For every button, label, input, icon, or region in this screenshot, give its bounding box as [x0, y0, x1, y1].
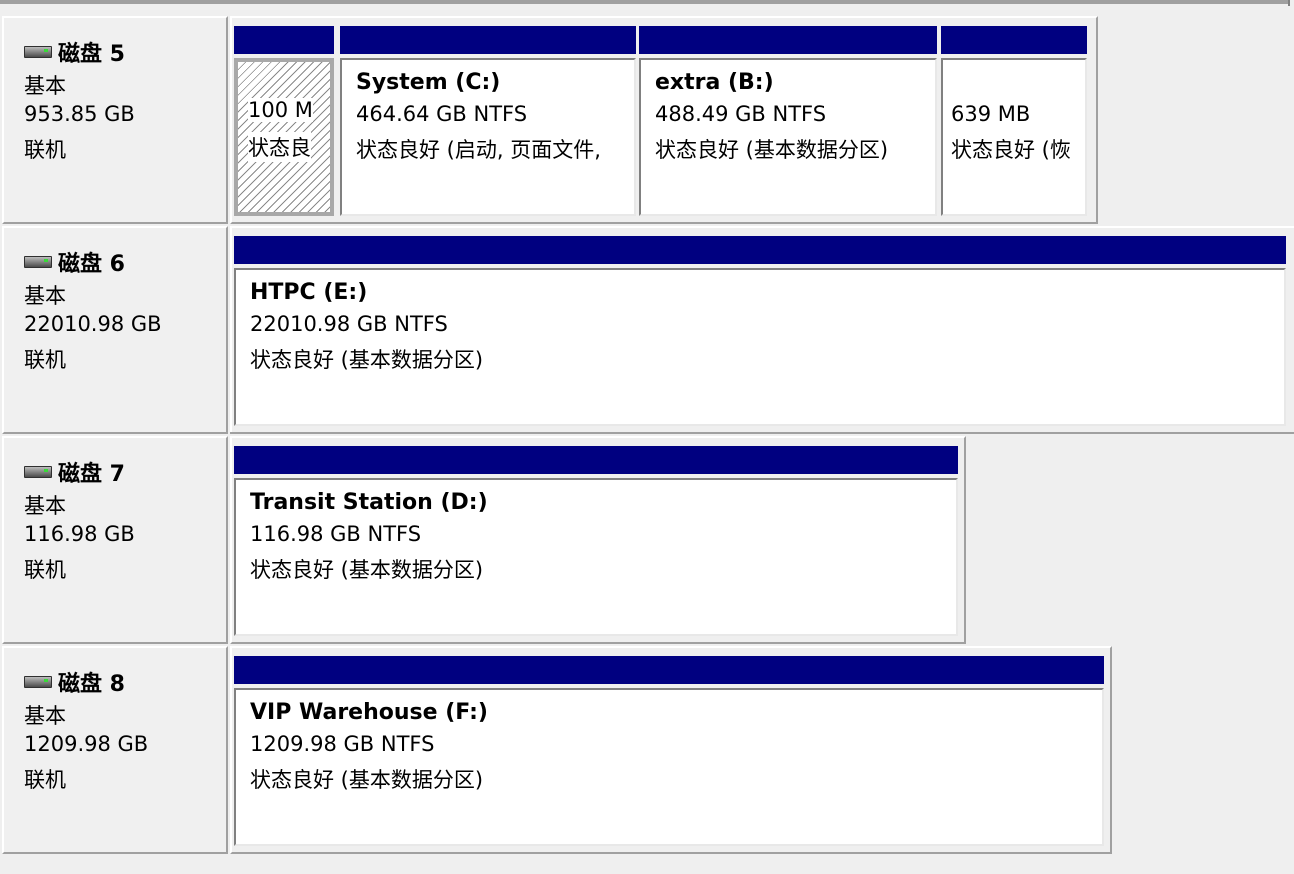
partition-vip-f[interactable]: VIP Warehouse (F:) 1209.98 GB NTFS 状态良好 …: [234, 656, 1104, 846]
disk-type: 基本: [24, 284, 66, 308]
partition-body[interactable]: System (C:) 464.64 GB NTFS 状态良好 (启动, 页面文…: [340, 58, 636, 216]
disk-type: 基本: [24, 494, 66, 518]
partition-header: [234, 446, 958, 474]
disk-info-panel[interactable]: 磁盘 6 基本 22010.98 GB 联机: [2, 226, 228, 434]
disk-info-panel[interactable]: 磁盘 7 基本 116.98 GB 联机: [2, 436, 228, 644]
disk-name: 磁盘 8: [24, 666, 125, 698]
disk-info-panel[interactable]: 磁盘 5 基本 953.85 GB 联机: [2, 16, 228, 224]
disk-status: 联机: [24, 138, 66, 162]
partition-header: [941, 26, 1087, 54]
hard-disk-icon: [24, 466, 52, 478]
disk-row-8: 磁盘 8 基本 1209.98 GB 联机 VIP Warehouse (F:)…: [0, 646, 1294, 856]
partition-header: [234, 26, 334, 54]
disk-status: 联机: [24, 768, 66, 792]
disk-row-7: 磁盘 7 基本 116.98 GB 联机 Transit Station (D:…: [0, 436, 1294, 646]
disk-name-label: 磁盘 7: [58, 462, 125, 487]
partition-transit-d[interactable]: Transit Station (D:) 116.98 GB NTFS 状态良好…: [234, 446, 958, 636]
disk-name-label: 磁盘 6: [58, 252, 125, 277]
partition-status: 状态良好 (基本数据分区): [250, 558, 484, 582]
partitions-frame: HTPC (E:) 22010.98 GB NTFS 状态良好 (基本数据分区): [230, 226, 1294, 434]
disk-name-label: 磁盘 8: [58, 672, 125, 697]
partitions-frame: 100 M 状态良 System (C:) 464.64 GB NTFS 状态良…: [230, 16, 1098, 224]
disk-name: 磁盘 6: [24, 246, 125, 278]
disk-row-5: 磁盘 5 基本 953.85 GB 联机 100 M 状态良 System (C…: [0, 16, 1294, 226]
disk-type: 基本: [24, 74, 66, 98]
partition-size: 464.64 GB NTFS: [356, 102, 528, 126]
partition-recovery[interactable]: 639 MB 状态良好 (恢: [941, 26, 1087, 216]
partition-efi[interactable]: 100 M 状态良: [234, 26, 334, 216]
partition-title: System (C:): [356, 70, 501, 95]
partition-body[interactable]: extra (B:) 488.49 GB NTFS 状态良好 (基本数据分区): [639, 58, 937, 216]
hard-disk-icon: [24, 676, 52, 688]
partition-status: 状态良好 (启动, 页面文件,: [356, 138, 601, 162]
partition-size: 22010.98 GB NTFS: [250, 312, 448, 336]
partition-header: [234, 656, 1104, 684]
partition-title: Transit Station (D:): [250, 490, 488, 515]
partition-header: [639, 26, 937, 54]
partition-body[interactable]: Transit Station (D:) 116.98 GB NTFS 状态良好…: [234, 478, 958, 636]
hard-disk-icon: [24, 256, 52, 268]
disk-size: 953.85 GB: [24, 102, 135, 126]
partition-htpc-e[interactable]: HTPC (E:) 22010.98 GB NTFS 状态良好 (基本数据分区): [234, 236, 1286, 426]
partitions-frame: Transit Station (D:) 116.98 GB NTFS 状态良好…: [230, 436, 966, 644]
partitions-frame: VIP Warehouse (F:) 1209.98 GB NTFS 状态良好 …: [230, 646, 1112, 854]
partition-status: 状态良: [248, 132, 311, 162]
partition-status: 状态良好 (基本数据分区): [655, 138, 889, 162]
partition-system-c[interactable]: System (C:) 464.64 GB NTFS 状态良好 (启动, 页面文…: [340, 26, 636, 216]
partition-size: 1209.98 GB NTFS: [250, 732, 435, 756]
partition-body[interactable]: 100 M 状态良: [234, 58, 334, 216]
disk-name: 磁盘 7: [24, 456, 125, 488]
disk-size: 116.98 GB: [24, 522, 135, 546]
partition-header: [234, 236, 1286, 264]
partition-title: VIP Warehouse (F:): [250, 700, 488, 725]
partition-size: 488.49 GB NTFS: [655, 102, 827, 126]
disk-name-label: 磁盘 5: [58, 42, 125, 67]
disk-size: 22010.98 GB: [24, 312, 162, 336]
row-divider: [230, 432, 1294, 434]
top-divider: [0, 0, 1288, 4]
disk-status: 联机: [24, 348, 66, 372]
disk-size: 1209.98 GB: [24, 732, 149, 756]
partition-title: HTPC (E:): [250, 280, 368, 305]
hard-disk-icon: [24, 46, 52, 58]
disk-type: 基本: [24, 704, 66, 728]
disk-row-6: 磁盘 6 基本 22010.98 GB 联机 HTPC (E:) 22010.9…: [0, 226, 1294, 436]
partition-size: 100 M: [248, 98, 313, 122]
partition-status: 状态良好 (基本数据分区): [250, 768, 484, 792]
partition-status: 状态良好 (恢: [951, 138, 1071, 162]
partition-status: 状态良好 (基本数据分区): [250, 348, 484, 372]
partition-body[interactable]: VIP Warehouse (F:) 1209.98 GB NTFS 状态良好 …: [234, 688, 1104, 846]
partition-body[interactable]: 639 MB 状态良好 (恢: [941, 58, 1087, 216]
partition-size: 639 MB: [951, 102, 1031, 126]
disk-status: 联机: [24, 558, 66, 582]
disk-info-panel[interactable]: 磁盘 8 基本 1209.98 GB 联机: [2, 646, 228, 854]
partition-title: extra (B:): [655, 70, 774, 95]
disk-name: 磁盘 5: [24, 36, 125, 68]
partition-body[interactable]: HTPC (E:) 22010.98 GB NTFS 状态良好 (基本数据分区): [234, 268, 1286, 426]
partition-size: 116.98 GB NTFS: [250, 522, 422, 546]
partition-header: [340, 26, 636, 54]
top-divider-corner: [1288, 0, 1290, 6]
partition-extra-b[interactable]: extra (B:) 488.49 GB NTFS 状态良好 (基本数据分区): [639, 26, 937, 216]
